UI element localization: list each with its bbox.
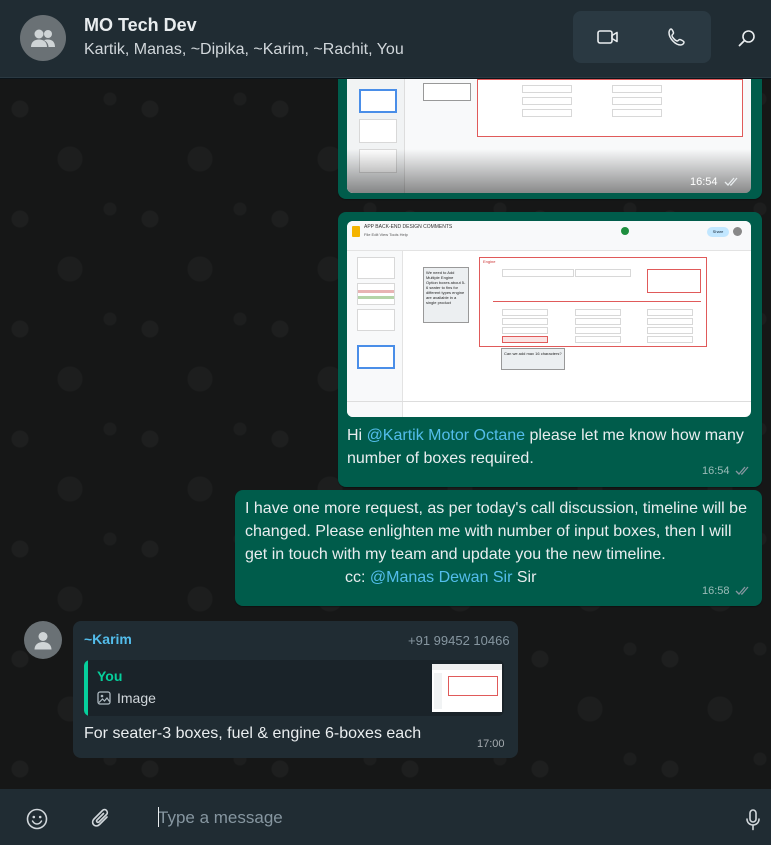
image-icon [97, 691, 111, 705]
phone-icon [667, 28, 685, 46]
input-mock [647, 269, 701, 293]
call-buttons [573, 11, 711, 63]
profile-icon [733, 227, 742, 236]
quoted-message[interactable]: You Image [84, 660, 504, 716]
read-ticks-icon [735, 466, 749, 475]
group-members[interactable]: Kartik, Manas, ~Dipika, ~Karim, ~Rachit,… [84, 41, 404, 59]
microphone-button[interactable] [740, 807, 766, 833]
paperclip-icon [91, 808, 109, 827]
input-mock [612, 85, 662, 93]
sender-name[interactable]: ~Karim [84, 631, 132, 647]
input-mock [575, 318, 621, 325]
meet-icon [621, 227, 629, 235]
input-mock [647, 336, 693, 343]
message-time: 16:54 [690, 176, 718, 188]
group-avatar[interactable] [20, 15, 66, 61]
doc-menu: File Edit View Tools Help [364, 232, 408, 237]
thumb-panel [434, 673, 442, 709]
message-time: 16:54 [702, 465, 730, 477]
input-mock [502, 318, 548, 325]
comment-callout: Can we add max 16 characters? [501, 348, 565, 370]
share-badge: Share [707, 227, 729, 237]
comment-callout: We need to Add Multiple Engine Option bo… [423, 267, 469, 323]
sender-avatar[interactable] [24, 621, 62, 659]
message-time: 16:58 [702, 585, 730, 597]
mention-link[interactable]: @Kartik Motor Octane [367, 427, 526, 444]
caption-prefix: Hi [347, 427, 367, 444]
image-thumbnail[interactable]: APP BACK-END DESIGN COMMENTS File Edit V… [347, 221, 751, 417]
input-mock [575, 336, 621, 343]
slide-thumb [359, 89, 397, 113]
input-mock [502, 309, 548, 316]
message-text: For seater-3 boxes, fuel & engine 6-boxe… [84, 725, 422, 742]
slides-logo-icon [352, 226, 360, 237]
microphone-icon [746, 809, 760, 831]
chat-header[interactable]: MO Tech Dev Kartik, Manas, ~Dipika, ~Kar… [0, 0, 771, 78]
group-icon [31, 29, 55, 47]
slide-thumb [357, 283, 395, 305]
message-bubble-image-1[interactable]: 16:54 [338, 79, 762, 199]
video-camera-icon [596, 30, 618, 44]
input-mock [522, 109, 572, 117]
thumb-content [448, 676, 498, 696]
emoji-button[interactable] [24, 807, 50, 831]
read-ticks-icon [735, 586, 749, 595]
slide-thumb-active [357, 345, 395, 369]
divider [347, 401, 751, 402]
input-mock [612, 109, 662, 117]
slide-section: Engine [483, 259, 496, 264]
message-time: 17:00 [477, 738, 505, 750]
slide-thumb [359, 119, 397, 143]
input-mock [647, 327, 693, 334]
input-mock [502, 269, 574, 277]
quote-accent-bar [84, 660, 88, 716]
video-call-button[interactable] [573, 11, 642, 63]
read-ticks-icon [724, 177, 738, 186]
input-mock [522, 97, 572, 105]
input-mock [647, 309, 693, 316]
input-mock [612, 97, 662, 105]
search-icon [738, 30, 755, 47]
input-mock [575, 269, 631, 277]
quote-author: You [97, 668, 123, 684]
message-input[interactable] [158, 806, 718, 830]
message-bubble-text[interactable]: I have one more request, as per today's … [235, 490, 762, 606]
slide-thumb [357, 309, 395, 331]
cc-label: cc: [345, 569, 370, 586]
chat-title[interactable]: MO Tech Dev [84, 15, 197, 36]
divider [493, 301, 701, 302]
input-mock [575, 327, 621, 334]
slide-content [477, 79, 743, 137]
input-mock [575, 309, 621, 316]
mention-link[interactable]: @Manas Dewan Sir [370, 569, 513, 586]
message-bubble-image-2[interactable]: APP BACK-END DESIGN COMMENTS File Edit V… [338, 212, 762, 487]
message-caption: Hi @Kartik Motor Octane please let me kn… [347, 424, 747, 470]
voice-call-button[interactable] [642, 11, 711, 63]
input-mock [647, 318, 693, 325]
quote-thumbnail [432, 664, 502, 712]
message-body: I have one more request, as per today's … [245, 500, 747, 563]
sender-phone: +91 99452 10466 [408, 633, 510, 648]
comment-box [423, 83, 471, 101]
user-icon [34, 632, 52, 650]
emoji-icon [26, 808, 48, 830]
input-mock [522, 85, 572, 93]
text-caret [158, 807, 159, 827]
quote-label: Image [117, 690, 156, 706]
message-suffix: Sir [512, 569, 537, 586]
attach-button[interactable] [88, 807, 114, 831]
thumb-toolbar [432, 664, 502, 670]
slide-thumb [357, 257, 395, 279]
doc-title: APP BACK-END DESIGN COMMENTS [364, 224, 453, 230]
input-mock [502, 336, 548, 343]
message-text: I have one more request, as per today's … [245, 497, 750, 589]
input-mock [502, 327, 548, 334]
search-button[interactable] [733, 24, 761, 52]
